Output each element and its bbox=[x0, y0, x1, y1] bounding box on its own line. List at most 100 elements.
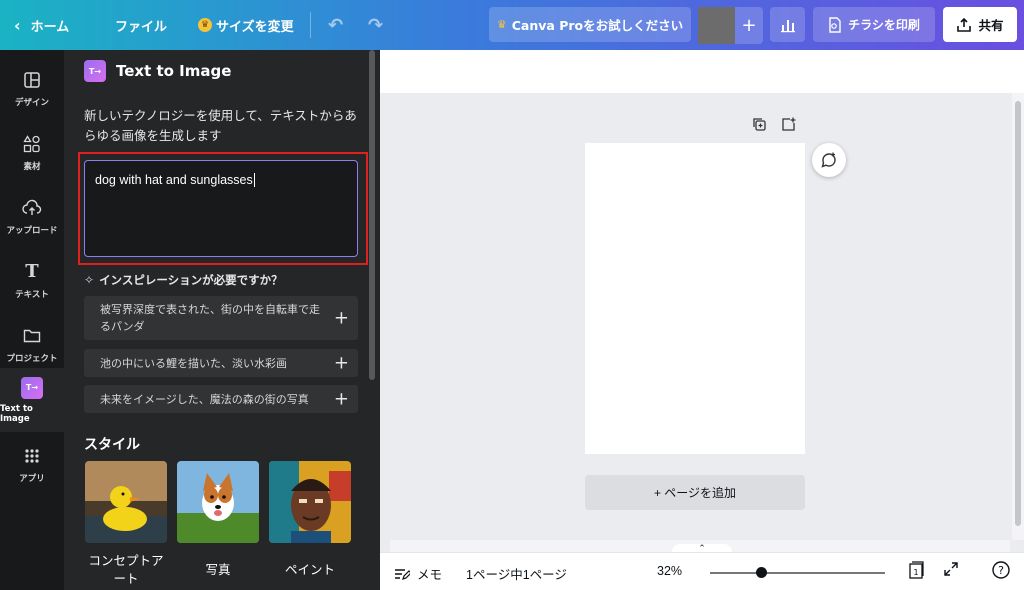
zoom-slider-handle[interactable] bbox=[756, 567, 767, 578]
upload-cloud-icon bbox=[21, 197, 43, 219]
scroll-thumb[interactable] bbox=[1015, 101, 1021, 526]
rail-item-text-to-image[interactable]: T→ Text to Image bbox=[0, 368, 64, 432]
zoom-level[interactable]: 32% bbox=[657, 564, 682, 578]
rail-label: デザイン bbox=[14, 97, 49, 108]
panel-title-text: Text to Image bbox=[116, 62, 232, 80]
suggestion-text: 被写界深度で表された、街の中を自転車で走るパンダ bbox=[100, 303, 320, 333]
folder-icon bbox=[21, 325, 43, 347]
top-toolbar: ‹ ホーム ファイル ♛ サイズを変更 ↶ ↷ ♛ Canva Proをお試しく… bbox=[0, 0, 1024, 50]
text-caret bbox=[253, 173, 255, 187]
add-page-button[interactable]: + ページを追加 bbox=[585, 475, 805, 510]
rail-label: アップロード bbox=[6, 225, 58, 236]
rail-item-projects[interactable]: プロジェクト bbox=[0, 314, 64, 374]
zoom-slider-track[interactable] bbox=[710, 572, 885, 574]
plus-icon: + bbox=[333, 307, 349, 329]
inspiration-label: インスピレーションが必要ですか？ bbox=[99, 273, 283, 287]
share-button[interactable]: 共有 bbox=[943, 7, 1017, 42]
bottom-bar: メモ 1ページ中1ページ 32% 1 ? bbox=[380, 552, 1024, 590]
fullscreen-icon[interactable] bbox=[943, 561, 959, 581]
left-rail: デザイン 素材 アップロード T テキスト プロジェクト T→ Text to … bbox=[0, 50, 64, 590]
share-label: 共有 bbox=[978, 18, 1004, 33]
notes-icon bbox=[395, 568, 410, 580]
vertical-scrollbar[interactable] bbox=[1012, 93, 1024, 540]
text-to-image-icon: T→ bbox=[84, 60, 106, 82]
crown-icon: ♛ bbox=[198, 18, 212, 32]
duplicate-page-icon[interactable] bbox=[752, 117, 767, 136]
crown-icon: ♛ bbox=[496, 18, 507, 31]
plus-icon: + bbox=[333, 352, 349, 374]
rail-label: 素材 bbox=[23, 161, 41, 172]
add-collaborator-button[interactable]: + bbox=[735, 7, 763, 44]
style-label: 写真 bbox=[205, 562, 231, 577]
add-comment-icon[interactable] bbox=[812, 143, 846, 177]
suggestion-text: 未来をイメージした、魔法の森の街の写真 bbox=[100, 392, 309, 406]
rubber-duck-image bbox=[85, 461, 167, 543]
print-flyer-button[interactable]: チラシを印刷 bbox=[813, 7, 935, 42]
svg-text:?: ? bbox=[998, 564, 1004, 577]
rail-label: Text to Image bbox=[0, 403, 33, 424]
plus-icon: + bbox=[333, 388, 349, 410]
share-upload-icon bbox=[957, 17, 972, 32]
inspiration-heading: ✧ インスピレーションが必要ですか？ bbox=[84, 272, 283, 288]
text-icon: T bbox=[25, 261, 39, 282]
avatar[interactable] bbox=[698, 7, 735, 44]
notes-button[interactable]: メモ bbox=[394, 564, 442, 583]
bar-chart-icon bbox=[780, 19, 795, 32]
rail-label: アプリ bbox=[19, 473, 45, 484]
rail-item-uploads[interactable]: アップロード bbox=[0, 186, 64, 246]
pro-label: Canva Proをお試しください bbox=[511, 18, 684, 33]
panel-scrollbar[interactable] bbox=[369, 50, 375, 380]
pages-icon: 1 bbox=[909, 561, 924, 579]
text-to-image-icon: T→ bbox=[21, 376, 43, 399]
page-indicator: 1ページ中1ページ bbox=[466, 568, 567, 582]
prompt-text: dog with hat and sunglasses bbox=[95, 173, 253, 187]
help-icon[interactable]: ? bbox=[992, 561, 1010, 583]
corgi-photo-image bbox=[177, 461, 259, 543]
rail-label: テキスト bbox=[15, 289, 49, 300]
home-label: ホーム bbox=[30, 19, 70, 35]
page-grid-button[interactable]: 1 bbox=[907, 561, 925, 583]
layout-icon bbox=[21, 69, 43, 91]
chevron-left-icon: ‹ bbox=[14, 15, 21, 35]
redo-icon[interactable]: ↷ bbox=[368, 0, 383, 50]
rail-item-elements[interactable]: 素材 bbox=[0, 122, 64, 182]
undo-icon[interactable]: ↶ bbox=[328, 0, 343, 50]
print-label: チラシを印刷 bbox=[848, 18, 920, 32]
insights-button[interactable] bbox=[770, 7, 805, 42]
toolbar-divider bbox=[310, 12, 311, 38]
rail-item-text[interactable]: T テキスト bbox=[0, 250, 64, 310]
style-thumb-paint[interactable] bbox=[269, 461, 351, 543]
canvas-header-strip bbox=[380, 50, 1024, 93]
design-page[interactable] bbox=[585, 143, 805, 454]
elements-icon bbox=[21, 133, 43, 155]
suggestion-text: 池の中にいる鯉を描いた、淡い水彩画 bbox=[100, 356, 287, 370]
resize-label: サイズを変更 bbox=[216, 19, 294, 35]
rail-label: プロジェクト bbox=[6, 353, 58, 364]
style-thumb-concept-art[interactable] bbox=[85, 461, 167, 543]
file-menu[interactable]: ファイル bbox=[115, 0, 167, 50]
rail-item-design[interactable]: デザイン bbox=[0, 58, 64, 118]
suggestion-item[interactable]: 被写界深度で表された、街の中を自転車で走るパンダ + bbox=[84, 296, 358, 340]
panel-title: T→ Text to Image bbox=[84, 60, 231, 82]
text-to-image-panel: T→ Text to Image 新しいテクノロジーを使用して、テキストからあら… bbox=[64, 50, 380, 590]
print-doc-icon bbox=[829, 16, 841, 33]
notes-label: メモ bbox=[417, 568, 443, 582]
panel-description: 新しいテクノロジーを使用して、テキストからあらゆる画像を生成します bbox=[84, 108, 357, 143]
suggestion-item[interactable]: 未来をイメージした、魔法の森の街の写真 + bbox=[84, 385, 358, 413]
page-tools bbox=[752, 117, 796, 136]
style-label: ペイント bbox=[284, 562, 335, 577]
prompt-input[interactable]: dog with hat and sunglasses bbox=[84, 160, 358, 257]
style-label: コンセプトアート bbox=[88, 553, 164, 586]
style-thumb-photo[interactable] bbox=[177, 461, 259, 543]
home-button[interactable]: ‹ ホーム bbox=[14, 0, 69, 50]
add-page-icon[interactable] bbox=[781, 117, 796, 136]
apps-grid-icon bbox=[21, 445, 43, 467]
rail-item-apps[interactable]: アプリ bbox=[0, 434, 64, 494]
style-heading: スタイル bbox=[84, 437, 140, 453]
sparkle-icon: ✧ bbox=[84, 273, 95, 287]
page-count-text: 1 bbox=[913, 568, 918, 577]
portrait-painting-image bbox=[269, 461, 351, 543]
try-canva-pro-button[interactable]: ♛ Canva Proをお試しください bbox=[489, 7, 691, 42]
suggestion-item[interactable]: 池の中にいる鯉を描いた、淡い水彩画 + bbox=[84, 349, 358, 377]
resize-button[interactable]: ♛ サイズを変更 bbox=[198, 0, 294, 50]
